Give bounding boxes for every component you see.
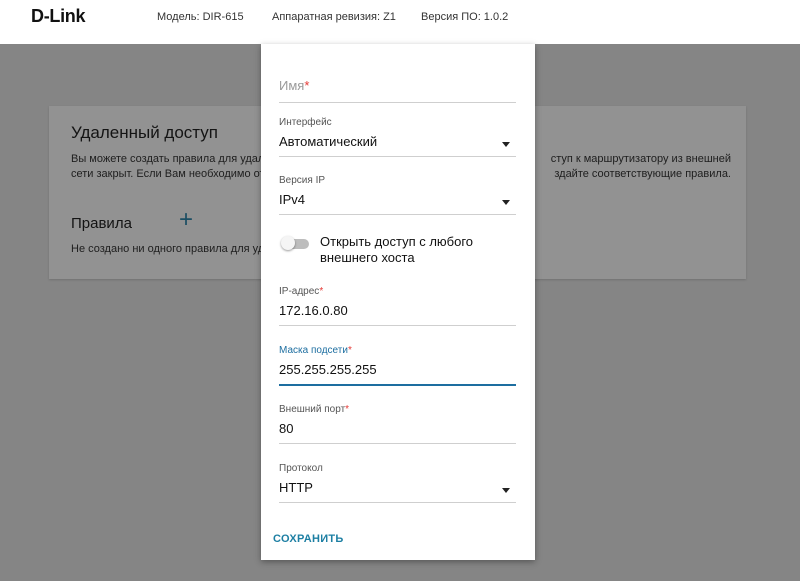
open-access-toggle[interactable] xyxy=(281,236,311,250)
external-port-field[interactable]: Внешний порт* 80 xyxy=(279,404,516,444)
chevron-down-icon xyxy=(502,488,510,493)
protocol-select[interactable]: Протокол HTTP xyxy=(279,463,516,503)
interface-underline xyxy=(279,156,516,157)
chevron-down-icon xyxy=(502,200,510,205)
top-header: D-Link Модель: DIR-615 Аппаратная ревизи… xyxy=(0,0,800,44)
ip-version-label: Версия IP xyxy=(279,175,326,186)
ip-address-underline xyxy=(279,325,516,326)
interface-value: Автоматический xyxy=(279,134,378,149)
desc-text-right-1: ступ к маршрутизатору из внешней xyxy=(550,153,731,165)
fw-version-info: Версия ПО: 1.0.2 xyxy=(421,11,509,23)
ip-version-underline xyxy=(279,214,516,215)
page-title: Удаленный доступ xyxy=(71,123,218,142)
interface-select[interactable]: Интерфейс Автоматический xyxy=(279,117,516,157)
desc-text-left-2: сети закрыт. Если Вам необходимо от xyxy=(71,168,265,180)
dlink-logo: D-Link xyxy=(31,6,86,26)
name-field[interactable]: Имя* xyxy=(279,77,516,103)
model-info: Модель: DIR-615 xyxy=(157,11,244,23)
desc-text-right-2: здайте соответствующие правила. xyxy=(554,168,731,180)
subnet-mask-label: Маска подсети* xyxy=(279,345,352,356)
name-placeholder: Имя* xyxy=(279,78,310,93)
subnet-mask-field[interactable]: Маска подсети* 255.255.255.255 xyxy=(279,345,516,386)
hw-revision-info: Аппаратная ревизия: Z1 xyxy=(272,11,396,23)
ip-address-field[interactable]: IP-адрес* 172.16.0.80 xyxy=(279,286,516,326)
ip-version-value: IPv4 xyxy=(279,192,306,207)
subnet-mask-value: 255.255.255.255 xyxy=(279,362,377,377)
protocol-value: HTTP xyxy=(279,480,313,495)
ip-address-label: IP-адрес* xyxy=(279,286,324,297)
desc-text-left-1: Вы можете создать правила для удал xyxy=(71,153,265,165)
external-port-value: 80 xyxy=(279,421,294,436)
toggle-knob xyxy=(281,236,295,250)
interface-label: Интерфейс xyxy=(279,117,332,128)
add-rule-icon[interactable]: + xyxy=(179,208,193,232)
protocol-label: Протокол xyxy=(279,463,323,474)
save-button[interactable]: СОХРАНИТЬ xyxy=(273,533,344,545)
ip-version-select[interactable]: Версия IP IPv4 xyxy=(279,175,516,215)
required-mark: * xyxy=(304,78,310,93)
protocol-underline xyxy=(279,502,516,503)
rules-title: Правила xyxy=(71,215,132,232)
external-port-label: Внешний порт* xyxy=(279,404,350,415)
open-access-label: Открыть доступ с любого внешнего хоста xyxy=(320,234,474,265)
add-rule-dialog: Имя* Интерфейс Автоматический Версия IP … xyxy=(261,44,535,560)
subnet-mask-underline xyxy=(279,384,516,386)
ip-address-value: 172.16.0.80 xyxy=(279,303,348,318)
empty-rules-text: Не создано ни одного правила для уд xyxy=(71,243,265,255)
external-port-underline xyxy=(279,443,516,444)
chevron-down-icon xyxy=(502,142,510,147)
name-underline xyxy=(279,102,516,103)
